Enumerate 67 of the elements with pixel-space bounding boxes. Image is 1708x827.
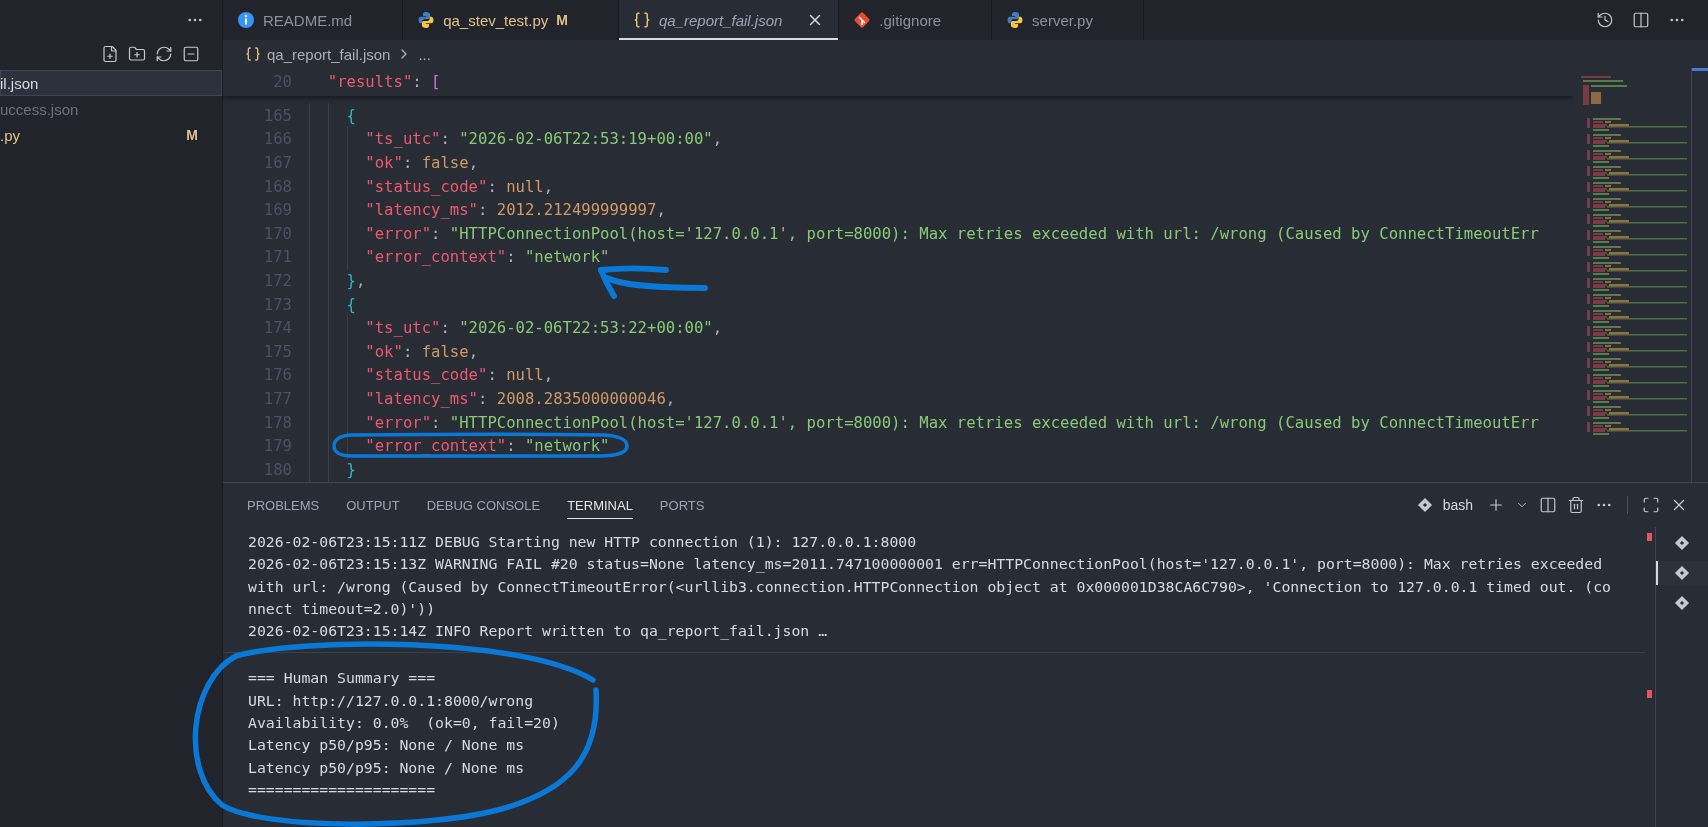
code-line: "status_code": null, bbox=[309, 177, 554, 196]
terminal-line: Latency p50/p95: None / None ms bbox=[248, 735, 526, 756]
scroll-marker bbox=[1647, 533, 1652, 541]
code-line: { bbox=[309, 106, 356, 125]
plus-icon[interactable] bbox=[1487, 496, 1505, 514]
tab-label: qa_stev_test.py bbox=[443, 11, 549, 29]
panel-tab[interactable]: PROBLEMS bbox=[247, 491, 320, 519]
file-item[interactable]: .py M bbox=[0, 122, 222, 148]
python-icon bbox=[1006, 11, 1025, 29]
code-line: "error": "HTTPConnectionPool(host='127.0.0.1', port=8000): Max retries exceeded with url: /wrong (Caused by ConnectTimeoutErr bbox=[309, 224, 1539, 243]
code-line: "error": "HTTPConnectionPool(host='127.0.0.1', port=8000): Max retries exceeded with url: /wrong (Caused by ConnectTimeoutErr bbox=[309, 413, 1539, 432]
python-icon bbox=[417, 11, 436, 29]
split-terminal-icon[interactable] bbox=[1539, 496, 1557, 514]
terminal-line: URL: http://127.0.0.1:8000/wrong bbox=[248, 690, 535, 711]
braces-icon bbox=[245, 46, 261, 62]
file-item[interactable]: il.json bbox=[0, 70, 222, 96]
tab-label: .gitignore bbox=[879, 11, 942, 29]
scrollbar-thumb[interactable] bbox=[1692, 68, 1708, 71]
new-file-icon[interactable] bbox=[101, 45, 119, 63]
modified-label: M bbox=[186, 127, 198, 143]
terminal-line: Availability: 0.0% (ok=0, fail=20) bbox=[248, 713, 561, 734]
info-icon bbox=[237, 11, 255, 29]
shell-name[interactable]: bash bbox=[1442, 497, 1473, 513]
code-line: "ok": false, bbox=[309, 342, 479, 361]
code-line: "error_context": "network" bbox=[309, 248, 610, 267]
breadcrumb-item[interactable]: qa_report_fail.json bbox=[267, 45, 391, 63]
maximize-icon[interactable] bbox=[1642, 496, 1660, 514]
history-icon[interactable] bbox=[1596, 11, 1614, 29]
terminal-session[interactable] bbox=[1656, 561, 1708, 585]
tab-label: README.md bbox=[263, 11, 353, 29]
terminal-line: with url: /wrong (Caused by ConnectTimeoutError(<urllib3.connection.HTTPConnection object at 0x000001D38CA6C790>, 'Connection to 127.0.0.1 timed out. (co bbox=[248, 576, 1612, 597]
terminal-line: ===================== bbox=[248, 779, 437, 800]
file-item[interactable]: uccess.json bbox=[0, 96, 222, 122]
tab-label: qa_report_fail.json bbox=[658, 11, 783, 29]
editor-tab[interactable]: qa_report_fail.json bbox=[618, 0, 840, 40]
file-name: uccess.json bbox=[0, 100, 79, 118]
code-line: "ok": false, bbox=[309, 154, 479, 172]
code-line: } bbox=[309, 460, 356, 479]
terminal-line: 2026-02-06T23:15:11Z DEBUG Starting new HTTP connection (1): 127.0.0.1:8000 bbox=[248, 532, 918, 552]
code-line: { bbox=[309, 295, 356, 314]
terminal-line: 2026-02-06T23:15:14Z INFO Report written to qa_report_fail.json … bbox=[248, 621, 829, 642]
code-line: "status_code": null, bbox=[309, 366, 554, 385]
terminal-line: nnect timeout=2.0)')) bbox=[248, 598, 437, 619]
braces-icon bbox=[632, 11, 651, 29]
split-editor-icon[interactable] bbox=[1632, 11, 1650, 29]
tab-label: server.py bbox=[1032, 11, 1093, 29]
code-line: "results": [ bbox=[326, 73, 441, 91]
panel-tab[interactable]: PORTS bbox=[659, 491, 705, 519]
scroll-marker bbox=[1647, 690, 1652, 698]
collapse-icon[interactable] bbox=[182, 45, 200, 63]
file-name: .py bbox=[0, 126, 20, 144]
code-line: "latency_ms": 2008.2835000000046, bbox=[309, 389, 676, 408]
code-line: "latency_ms": 2012.212499999997, bbox=[309, 201, 666, 220]
trash-icon[interactable] bbox=[1567, 496, 1585, 514]
terminal-line: Latency p50/p95: None / None ms bbox=[248, 757, 526, 778]
panel-tab[interactable]: OUTPUT bbox=[346, 491, 400, 519]
modified-label: M bbox=[556, 12, 568, 28]
code-line: }, bbox=[309, 271, 366, 290]
panel-tab[interactable]: TERMINAL bbox=[567, 491, 633, 519]
refresh-icon[interactable] bbox=[155, 45, 173, 63]
code-line: "error_context": "network" bbox=[309, 437, 610, 456]
breadcrumb-item[interactable]: ... bbox=[418, 45, 431, 63]
terminal-line: === Human Summary === bbox=[248, 668, 437, 689]
new-folder-icon[interactable] bbox=[128, 45, 146, 63]
file-name: il.json bbox=[0, 74, 39, 92]
panel-tab[interactable]: DEBUG CONSOLE bbox=[426, 491, 541, 519]
terminal-line: 2026-02-06T23:15:13Z WARNING FAIL #20 status=None latency_ms=2011.747100000001 err=HTTPConnectionPool(host='127.0.0.1', port=8000): Max retries exceeded bbox=[248, 554, 1604, 575]
